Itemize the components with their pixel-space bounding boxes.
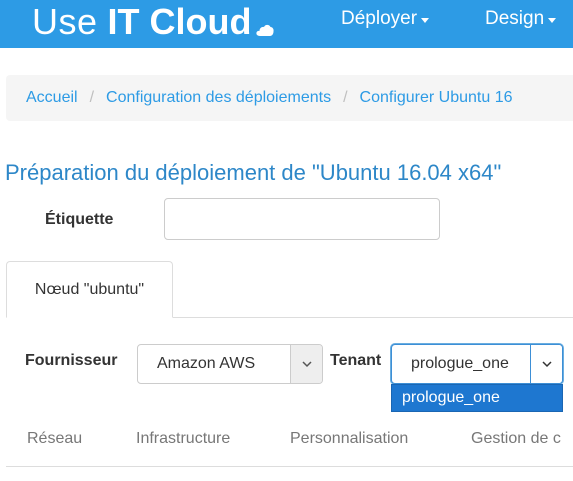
cloud-icon [255,24,274,36]
caret-down-icon [548,18,557,23]
tab-node-ubuntu[interactable]: Nœud "ubuntu" [6,261,173,318]
label-field-label: Étiquette [45,211,114,228]
nav-menu-deployer[interactable]: Déployer [341,8,430,30]
breadcrumb-configure-ubuntu[interactable]: Configurer Ubuntu 16 [360,89,513,107]
tenant-select[interactable]: prologue_one [391,344,563,384]
subtab-customization[interactable]: Personnalisation [290,430,408,448]
tenant-dropdown-option[interactable]: prologue_one [391,384,563,412]
label-input[interactable] [164,198,440,240]
provider-select-value: Amazon AWS [157,355,256,372]
brand-light-text: Use [32,1,98,42]
provider-label: Fournisseur [25,352,118,369]
breadcrumb-home[interactable]: Accueil [26,89,78,107]
nav-menu-design[interactable]: Design [485,8,557,30]
provider-select[interactable]: Amazon AWS [137,344,323,384]
subtabs-divider [6,466,573,467]
tab-node-ubuntu-label: Nœud "ubuntu" [34,280,145,298]
breadcrumb: Accueil / Configuration des déploiements… [6,75,573,121]
subtab-management[interactable]: Gestion de c [471,430,561,448]
chevron-down-icon [541,360,552,367]
caret-down-icon [421,18,430,23]
breadcrumb-separator: / [89,89,95,106]
tenant-label: Tenant [330,352,382,369]
tenant-select-value: prologue_one [411,355,509,372]
top-navbar: Use IT Cloud Déployer Design [0,0,573,48]
provider-select-toggle[interactable] [290,345,322,383]
page-title: Préparation du déploiement de "Ubuntu 16… [5,160,502,185]
brand-bold-text: IT Cloud [107,1,252,42]
tenant-select-toggle[interactable] [530,345,562,383]
subtab-network[interactable]: Réseau [27,430,82,448]
brand-logo[interactable]: Use IT Cloud [32,0,274,44]
nav-menu-deployer-label: Déployer [341,8,418,29]
breadcrumb-separator: / [343,89,348,106]
breadcrumb-deployment-config[interactable]: Configuration des déploiements [106,89,331,107]
subtab-infrastructure[interactable]: Infrastructure [136,430,230,448]
chevron-down-icon [301,360,312,367]
nav-menu-design-label: Design [485,8,545,29]
